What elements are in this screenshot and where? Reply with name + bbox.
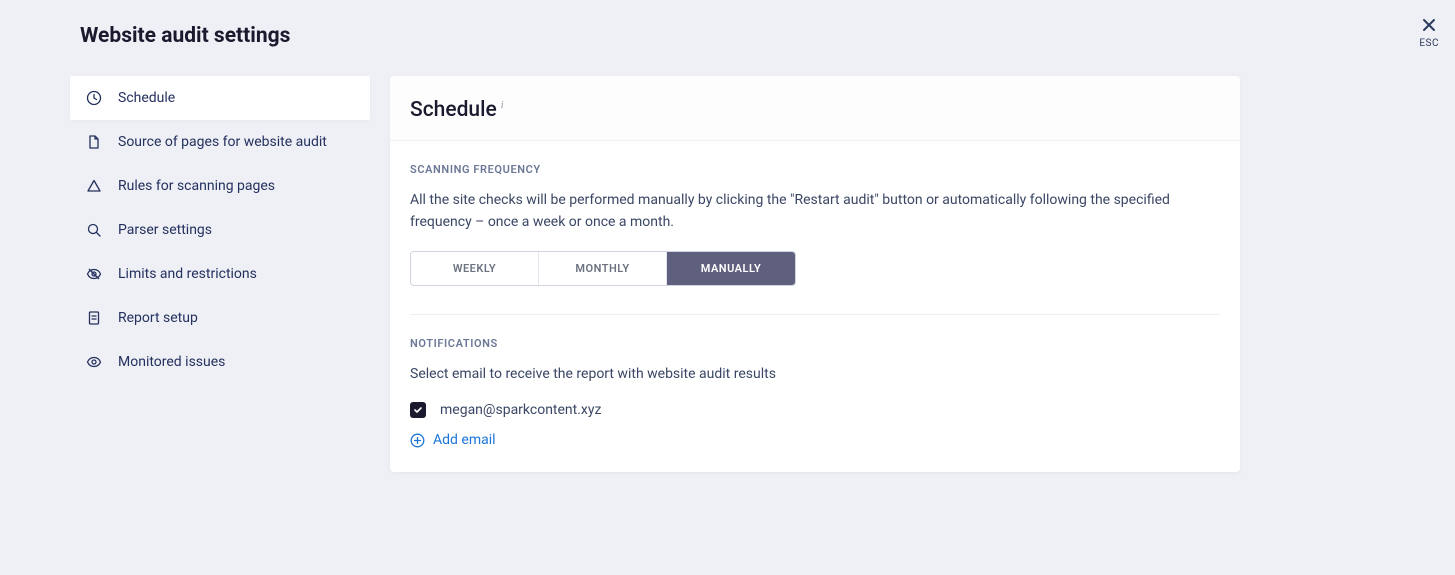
frequency-option-weekly[interactable]: WEEKLY (411, 252, 539, 285)
notification-email-row: megan@sparkcontent.xyz (410, 402, 1220, 418)
sidebar-item-label: Schedule (118, 90, 175, 106)
sidebar-item-label: Parser settings (118, 222, 212, 238)
frequency-label: SCANNING FREQUENCY (410, 163, 1220, 176)
settings-header: Website audit settings (0, 0, 1455, 48)
eye-slash-icon (86, 266, 102, 282)
sidebar-item-rules[interactable]: Rules for scanning pages (70, 164, 370, 208)
notifications-description: Select email to receive the report with … (410, 364, 1220, 386)
frequency-option-monthly[interactable]: MONTHLY (539, 252, 667, 285)
sidebar-item-parser[interactable]: Parser settings (70, 208, 370, 252)
page-title: Website audit settings (80, 24, 1375, 48)
sidebar-item-label: Limits and restrictions (118, 266, 257, 282)
close-label: ESC (1419, 38, 1439, 49)
sidebar-item-schedule[interactable]: Schedule (70, 76, 370, 120)
notifications-section: NOTIFICATIONS Select email to receive th… (390, 315, 1240, 472)
frequency-section: SCANNING FREQUENCY All the site checks w… (390, 141, 1240, 286)
notifications-label: NOTIFICATIONS (410, 337, 1220, 350)
eye-icon (86, 354, 102, 370)
clock-icon (86, 90, 102, 106)
document-icon (86, 310, 102, 326)
email-address: megan@sparkcontent.xyz (440, 402, 601, 418)
frequency-segmented-control: WEEKLY MONTHLY MANUALLY (410, 251, 796, 286)
warning-icon (86, 178, 102, 194)
settings-sidebar: Schedule Source of pages for website aud… (70, 76, 370, 472)
close-button[interactable]: ESC (1419, 16, 1439, 49)
plus-circle-icon (410, 433, 425, 448)
sidebar-item-label: Rules for scanning pages (118, 178, 275, 194)
close-icon (1419, 16, 1439, 36)
email-checkbox[interactable] (410, 402, 426, 418)
frequency-option-manually[interactable]: MANUALLY (667, 252, 795, 285)
add-email-label: Add email (433, 432, 496, 448)
panel-title-text: Schedule (410, 98, 497, 122)
sidebar-item-label: Source of pages for website audit (118, 134, 327, 150)
sidebar-item-monitored[interactable]: Monitored issues (70, 340, 370, 384)
sidebar-item-limits[interactable]: Limits and restrictions (70, 252, 370, 296)
panel-title: Schedule i (410, 98, 504, 122)
sidebar-item-source[interactable]: Source of pages for website audit (70, 120, 370, 164)
panel-header: Schedule i (390, 76, 1240, 141)
file-icon (86, 134, 102, 150)
settings-panel: Schedule i SCANNING FREQUENCY All the si… (390, 76, 1240, 472)
add-email-button[interactable]: Add email (410, 432, 496, 448)
sidebar-item-label: Report setup (118, 310, 198, 326)
sidebar-item-report[interactable]: Report setup (70, 296, 370, 340)
magnifier-icon (86, 222, 102, 238)
frequency-description: All the site checks will be performed ma… (410, 190, 1220, 233)
sidebar-item-label: Monitored issues (118, 354, 225, 370)
info-icon[interactable]: i (501, 100, 504, 111)
